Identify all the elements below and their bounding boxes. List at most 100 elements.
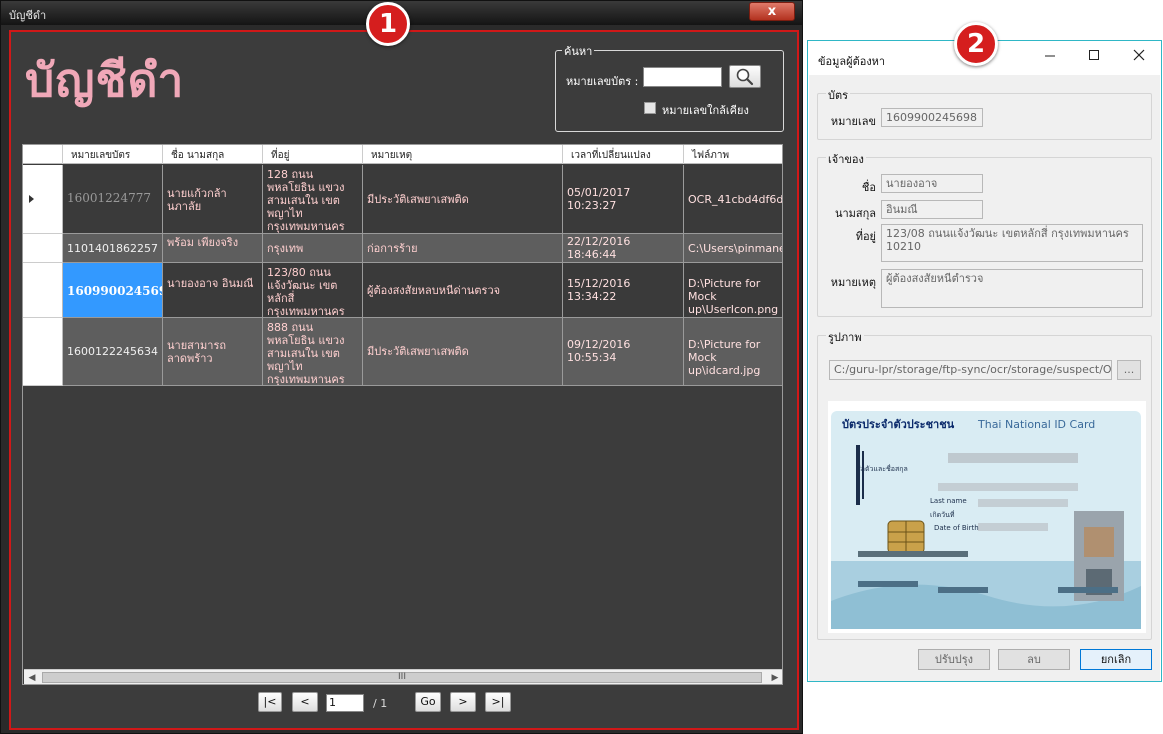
page-title: บัญชีดำ [25,53,185,107]
cell-card-selected[interactable]: 1609900245698 [63,263,163,318]
page-count-label: / 1 [373,697,388,710]
suspect-form: บัตร หมายเลข 1609900245698 เจ้าของ ชื่อ … [809,75,1160,681]
image-group-label: รูปภาพ [826,328,864,346]
delete-button[interactable]: ลบ [998,649,1070,670]
note-label: หมายเหตุ [830,276,876,289]
card-number-label: หมายเลขบัตร : [566,75,639,88]
cell-note[interactable]: ผู้ต้องสงสัยหลบหนีด่านตรวจ [363,263,563,318]
scroll-left-arrow-icon[interactable]: ◀ [25,671,39,684]
first-page-button[interactable]: |< [258,692,282,712]
idcard-dob-en-label: Date of Birth [934,524,979,532]
table-header: หมายเลขบัตร ชื่อ นามสกุล ที่อยู่ หมายเหต… [23,145,782,164]
surname-field[interactable]: อินมณี [881,200,983,219]
previous-page-button[interactable]: < [292,692,318,712]
card-number-label: หมายเลข [830,115,876,128]
cell-time[interactable]: 15/12/2016 13:34:22 [563,263,684,318]
cell-file[interactable]: C:\Users\pinmanee\ [684,234,782,263]
cell-time[interactable]: 05/01/2017 10:23:27 [563,165,684,234]
owner-group-label: เจ้าของ [826,150,866,168]
go-button[interactable]: Go [415,692,441,712]
column-header-address[interactable]: ที่อยู่ [263,145,363,164]
address-label: ที่อยู่ [855,230,876,243]
similar-number-label: หมายเลขใกล้เคียง [662,104,749,117]
cancel-button[interactable]: ยกเลิก [1080,649,1152,670]
browse-button[interactable]: ... [1117,360,1141,380]
idcard-en-title: Thai National ID Card [977,418,1095,431]
table-row[interactable]: 16001224777 นายแก้วกล้า นภาลัย 128 ถนนพห… [23,165,782,234]
card-group: บัตร หมายเลข 1609900245698 [817,86,1152,140]
blacklist-window: บัญชีดำ x บัญชีดำ ค้นหา หมายเลขบัตร : หม… [0,0,803,734]
owner-group: เจ้าของ ชื่อ นายองอาจ นามสกุล อินมณี ที่… [817,150,1152,317]
column-header-time[interactable]: เวลาที่เปลี่ยนแปลง [563,145,684,164]
cell-card[interactable]: 1101401862257 [63,234,163,263]
row-selector[interactable] [23,263,63,318]
minimize-icon [1045,55,1055,57]
cell-note[interactable]: มีประวัติเสพยาเสพติด [363,165,563,234]
cell-file[interactable]: D:\Picture for Mock up\idcard.jpg [684,318,782,386]
cell-file[interactable]: OCR_41cbd4df6d70 [684,165,782,234]
search-group-legend: ค้นหา [562,42,595,60]
cell-name[interactable]: พร้อม เพียงจริง [163,234,263,263]
name-field[interactable]: นายองอาจ [881,174,983,193]
row-selector[interactable] [23,165,63,234]
row-header-corner [23,145,63,164]
page-number-input[interactable]: 1 [326,694,364,712]
cell-name[interactable]: นายสามารถ ลาดพร้าว [163,318,263,386]
cell-name[interactable]: นายองอาจ อินมณี [163,263,263,318]
cell-address[interactable]: 123/80 ถนนแจ้งวัฒนะ เขตหลักสี่ กรุงเทพมห… [263,263,363,318]
idcard-dob-th-label: เกิดวันที่ [930,510,955,519]
table-row[interactable]: 1609900245698 นายองอาจ อินมณี 123/80 ถนน… [23,263,782,318]
name-label: ชื่อ [861,181,876,194]
table-row[interactable]: 1101401862257 พร้อม เพียงจริง กรุงเทพ ก่… [23,234,782,263]
cell-name[interactable]: นายแก้วกล้า นภาลัย [163,165,263,234]
next-page-button[interactable]: > [450,692,476,712]
image-path-field[interactable]: C:/guru-lpr/storage/ftp-sync/ocr/storage… [829,360,1112,380]
address-field[interactable]: 123/08 ถนนแจ้งวัฒนะ เขตหลักสี่ กรุงเทพมห… [881,224,1143,262]
row-selector[interactable] [23,318,63,386]
table-row[interactable]: 1600122245634 นายสามารถ ลาดพร้าว 888 ถนน… [23,318,782,386]
search-icon [736,68,754,86]
row-selector[interactable] [23,234,63,263]
similar-number-checkbox[interactable] [644,102,656,114]
cell-time[interactable]: 22/12/2016 18:46:44 [563,234,684,263]
column-header-card[interactable]: หมายเลขบัตร [63,145,163,164]
id-card-image: บัตรประจำตัวประชาชน Thai National ID Car… [828,401,1146,633]
search-group: ค้นหา หมายเลขบัตร : หมายเลขใกล้เคียง [555,42,784,132]
idcard-thai-title: บัตรประจำตัวประชาชน [842,418,955,431]
suspect-info-window: ข้อมูลผู้ต้องหา บัตร หมายเลข 16099002456… [807,40,1162,682]
cell-file[interactable]: D:\Picture for Mock up\UserIcon.png [684,263,782,318]
callout-badge-2: 2 [954,22,998,66]
window-title: บัญชีดำ [9,9,47,22]
cell-card[interactable]: 1600122245634 [63,318,163,386]
cell-card[interactable]: 16001224777 [63,165,163,234]
cell-address[interactable]: กรุงเทพ [263,234,363,263]
cell-note[interactable]: ก่อการร้าย [363,234,563,263]
close-button[interactable]: x [749,2,795,21]
card-number-field[interactable]: 1609900245698 [881,108,983,127]
idcard-last-name-label: Last name [930,497,967,505]
callout-badge-1: 1 [366,2,410,46]
cell-note[interactable]: มีประวัติเสพยาเสพติด [363,318,563,386]
scroll-right-arrow-icon[interactable]: ▶ [768,671,782,684]
horizontal-scrollbar[interactable]: ◀ III ▶ [24,669,782,684]
column-header-file[interactable]: ไฟล์ภาพ [684,145,782,164]
blacklist-panel: บัญชีดำ ค้นหา หมายเลขบัตร : หมายเลขใกล้เ… [9,30,799,730]
window-title: ข้อมูลผู้ต้องหา [818,55,886,68]
minimize-button[interactable] [1038,47,1062,67]
maximize-button[interactable] [1082,47,1106,67]
scrollbar-thumb[interactable]: III [42,672,762,683]
note-field[interactable]: ผู้ต้องสงสัยหนีตำรวจ [881,269,1143,308]
close-button[interactable] [1127,47,1151,67]
close-icon [1133,49,1145,61]
column-header-name[interactable]: ชื่อ นามสกุล [163,145,263,164]
cell-address[interactable]: 128 ถนนพหลโยธิน แขวงสามเสนใน เขตพญาไท กร… [263,165,363,234]
card-number-input[interactable] [643,67,722,87]
surname-label: นามสกุล [834,207,876,220]
column-header-note[interactable]: หมายเหตุ [363,145,563,164]
cell-time[interactable]: 09/12/2016 10:55:34 [563,318,684,386]
cell-address[interactable]: 888 ถนนพหลโยธิน แขวงสามเสนใน เขตพญาไท กร… [263,318,363,386]
blacklist-table: หมายเลขบัตร ชื่อ นามสกุล ที่อยู่ หมายเหต… [22,144,783,685]
last-page-button[interactable]: >| [485,692,511,712]
search-button[interactable] [729,65,761,88]
update-button[interactable]: ปรับปรุง [918,649,990,670]
